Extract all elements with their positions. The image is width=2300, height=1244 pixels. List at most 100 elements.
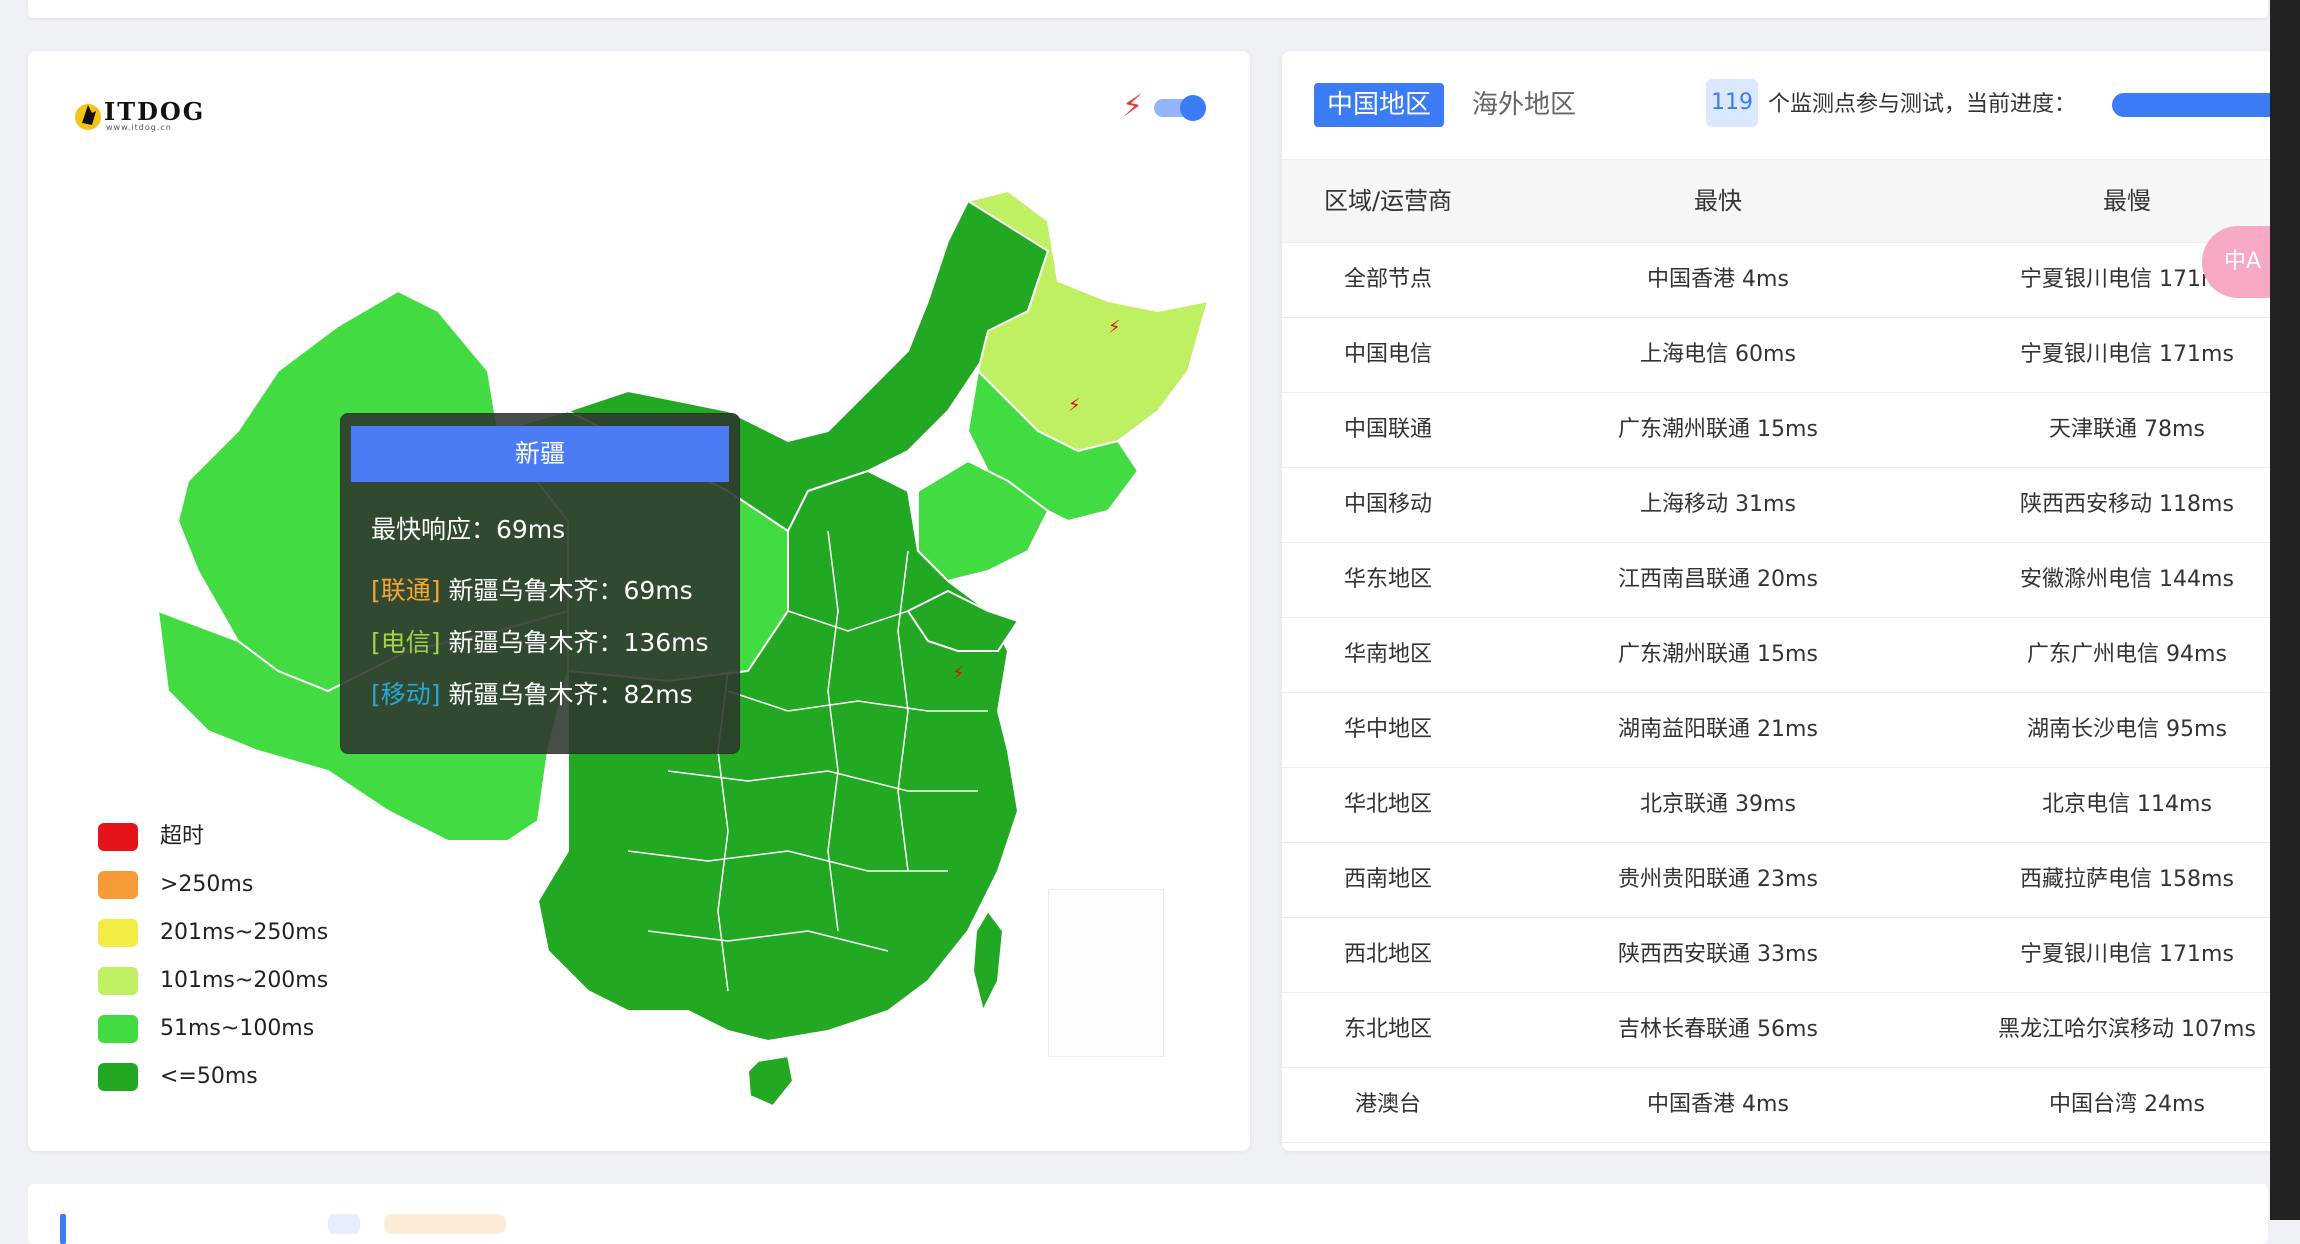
cell-slowest: 宁夏银川电信 171ms (2020, 942, 2234, 967)
cell-slowest: 天津联通 78ms (2049, 417, 2205, 442)
cell-slowest: 中国台湾 24ms (2049, 1092, 2205, 1117)
map-card: ⚡ ⚡ ⚡ ITDOG www.itdog.cn ⚡ 新疆 最快响应：69ms … (28, 51, 1250, 1151)
top-card-edge (28, 0, 2268, 18)
cell-fastest: 陕西西安联通 33ms (1618, 942, 1818, 967)
south-sea-inset (1048, 889, 1164, 1057)
legend-swatch (98, 919, 138, 947)
cell-region: 东北地区 (1343, 1017, 1432, 1042)
header-region: 区域/运营商 (1323, 187, 1453, 215)
isp-tag-mobile: [移动] (371, 680, 441, 709)
tab-overseas[interactable]: 海外地区 (1472, 83, 1576, 127)
legend-item-201-250[interactable]: 201ms~250ms (98, 917, 358, 949)
legend-label: 101ms~200ms (160, 968, 329, 993)
cell-slowest: 宁夏银川电信 171ms (2020, 342, 2234, 367)
cell-slowest: 陕西西安移动 118ms (2020, 492, 2234, 517)
badge-placeholder (384, 1214, 506, 1234)
tooltip-row-text: 新疆乌鲁木齐：82ms (440, 680, 693, 709)
cell-fastest: 吉林长春联通 56ms (1618, 1017, 1818, 1042)
bolt-icon: ⚡ (1068, 395, 1081, 416)
bottom-card-edge (28, 1184, 2268, 1244)
badge-placeholder (328, 1214, 360, 1234)
region-taiwan (971, 909, 1005, 1014)
cell-slowest: 湖南长沙电信 95ms (2027, 717, 2227, 742)
legend-swatch (98, 871, 138, 899)
tooltip-row-text: 新疆乌鲁木齐：136ms (440, 628, 709, 657)
tooltip-row-telecom: [电信] 新疆乌鲁木齐：136ms (371, 623, 709, 659)
legend-swatch (98, 823, 138, 851)
tooltip-title: 新疆 (351, 426, 729, 482)
legend-item-51-100[interactable]: 51ms~100ms (98, 1013, 358, 1045)
cell-fastest: 湖南益阳联通 21ms (1618, 717, 1818, 742)
cell-fastest: 上海移动 31ms (1640, 492, 1796, 517)
table-row: 华中地区 湖南益阳联通 21ms 湖南长沙电信 95ms (1282, 692, 2300, 768)
bolt-icon: ⚡ (1108, 317, 1121, 338)
bolt-toggle[interactable] (1154, 93, 1206, 121)
results-panel: 中国地区 海外地区 119 个监测点参与测试，当前进度： 1 区域/运营商 最快… (1282, 51, 2300, 1151)
region-tooltip: 新疆 最快响应：69ms [联通] 新疆乌鲁木齐：69ms [电信] 新疆乌鲁木… (340, 413, 740, 754)
table-row: 中国移动 上海移动 31ms 陕西西安移动 118ms (1282, 467, 2300, 543)
logo-text: ITDOG (104, 97, 206, 126)
cell-region: 华南地区 (1343, 642, 1432, 667)
cell-region: 华北地区 (1343, 792, 1432, 817)
table-row: 东北地区 吉林长春联通 56ms 黑龙江哈尔滨移动 107ms (1282, 992, 2300, 1068)
cell-fastest: 上海电信 60ms (1640, 342, 1796, 367)
table-row: 中国联通 广东潮州联通 15ms 天津联通 78ms (1282, 392, 2300, 468)
header-fastest: 最快 (1694, 187, 1742, 215)
legend-item-101-200[interactable]: 101ms~200ms (98, 965, 358, 997)
cell-region: 华东地区 (1343, 567, 1432, 592)
cell-slowest: 西藏拉萨电信 158ms (2020, 867, 2234, 892)
table-row: 全部节点 中国香港 4ms 宁夏银川电信 171ms (1282, 242, 2300, 318)
legend-label: >250ms (160, 872, 254, 897)
isp-tag-unicom: [联通] (371, 576, 441, 605)
tooltip-row-text: 新疆乌鲁木齐：69ms (440, 576, 693, 605)
table-row: 港澳台 中国香港 4ms 中国台湾 24ms (1282, 1067, 2300, 1143)
legend-swatch (98, 1015, 138, 1043)
region-hainan (746, 1054, 795, 1108)
table-row: 西北地区 陕西西安联通 33ms 宁夏银川电信 171ms (1282, 917, 2300, 993)
table-row: 西南地区 贵州贵阳联通 23ms 西藏拉萨电信 158ms (1282, 842, 2300, 918)
tab-china[interactable]: 中国地区 (1314, 83, 1444, 127)
cell-region: 华中地区 (1343, 717, 1432, 742)
cell-slowest: 安徽滁州电信 144ms (2020, 567, 2234, 592)
isp-tag-telecom: [电信] (371, 628, 441, 657)
legend-item-under-50[interactable]: <=50ms (98, 1061, 358, 1093)
cell-region: 西北地区 (1343, 942, 1432, 967)
legend-item-timeout[interactable]: 超时 (98, 821, 358, 853)
cell-fastest: 江西南昌联通 20ms (1618, 567, 1818, 592)
table-row: 华东地区 江西南昌联通 20ms 安徽滁州电信 144ms (1282, 542, 2300, 618)
table-row: 华北地区 北京联通 39ms 北京电信 114ms (1282, 767, 2300, 843)
cell-slowest: 黑龙江哈尔滨移动 107ms (1998, 1017, 2256, 1042)
node-count-badge: 119 (1706, 79, 1758, 127)
cell-region: 港澳台 (1354, 1092, 1421, 1117)
legend-label: 超时 (160, 824, 205, 849)
legend-label: 51ms~100ms (160, 1016, 315, 1041)
cell-slowest: 北京电信 114ms (2042, 792, 2212, 817)
cell-region: 西南地区 (1343, 867, 1432, 892)
bolt-icon: ⚡ (952, 663, 965, 684)
cell-slowest: 广东广州电信 94ms (2027, 642, 2227, 667)
cell-fastest: 贵州贵阳联通 23ms (1618, 867, 1818, 892)
cell-region: 全部节点 (1343, 267, 1432, 292)
page-scrollbar[interactable] (2270, 0, 2300, 1220)
logo-subtext: www.itdog.cn (106, 123, 172, 132)
tooltip-fastest: 最快响应：69ms (371, 515, 566, 544)
legend-swatch (98, 1063, 138, 1091)
node-count-text: 个监测点参与测试，当前进度： (1768, 92, 2077, 117)
table-row: 华南地区 广东潮州联通 15ms 广东广州电信 94ms (1282, 617, 2300, 693)
cell-fastest: 中国香港 4ms (1647, 267, 1789, 292)
tooltip-row-mobile: [移动] 新疆乌鲁木齐：82ms (371, 675, 693, 711)
toggle-knob (1180, 95, 1206, 121)
cell-region: 中国电信 (1343, 342, 1432, 367)
cell-region: 中国移动 (1343, 492, 1432, 517)
table-row: 中国电信 上海电信 60ms 宁夏银川电信 171ms (1282, 317, 2300, 393)
legend-item-over-250[interactable]: >250ms (98, 869, 358, 901)
bolt-icon: ⚡ (1122, 89, 1144, 124)
cell-fastest: 中国香港 4ms (1647, 1092, 1789, 1117)
legend-swatch (98, 967, 138, 995)
cell-fastest: 北京联通 39ms (1640, 792, 1796, 817)
section-marker (60, 1214, 66, 1244)
cell-region: 中国联通 (1343, 417, 1432, 442)
tooltip-row-unicom: [联通] 新疆乌鲁木齐：69ms (371, 571, 693, 607)
table-header: 区域/运营商 最快 最慢 (1282, 159, 2300, 243)
legend-label: <=50ms (160, 1064, 258, 1089)
